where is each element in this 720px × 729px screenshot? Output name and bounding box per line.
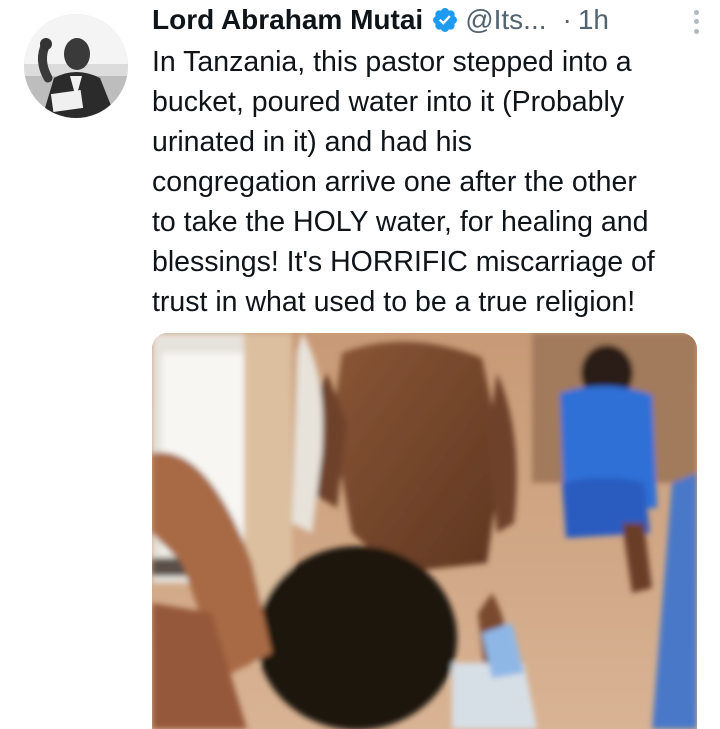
author-handle[interactable]: @Its... bbox=[465, 2, 546, 38]
tweet-text-line: trust in what used to be a true religion… bbox=[152, 286, 636, 318]
author-name[interactable]: Lord Abraham Mutai bbox=[152, 2, 423, 38]
tweet-text-line: In Tanzania, this pastor stepped into a bbox=[152, 46, 632, 78]
verified-badge-icon bbox=[431, 6, 459, 34]
tweet[interactable]: Lord Abraham Mutai @Its... · 1h In Tanza… bbox=[0, 0, 720, 729]
author-avatar[interactable] bbox=[24, 14, 128, 118]
tweet-header: Lord Abraham Mutai @Its... · 1h bbox=[152, 2, 690, 38]
header-separator: · bbox=[562, 4, 572, 35]
tweet-text-line: to take the HOLY water, for healing and bbox=[152, 206, 649, 238]
tweet-text-line: bucket, poured water into it (Probably bbox=[152, 86, 625, 118]
tweet-text-line: blessings! It's HORRIFIC miscarriage of bbox=[152, 246, 655, 278]
tweet-text-line: urinated in it) and had his bbox=[152, 126, 473, 158]
more-options-icon[interactable] bbox=[686, 8, 706, 36]
tweet-text-line: congregation arrive one after the other bbox=[152, 166, 637, 198]
tweet-timestamp[interactable]: 1h bbox=[578, 2, 609, 38]
tweet-media-image[interactable] bbox=[152, 333, 697, 729]
tweet-text: In Tanzania, this pastor stepped into a … bbox=[152, 42, 712, 322]
